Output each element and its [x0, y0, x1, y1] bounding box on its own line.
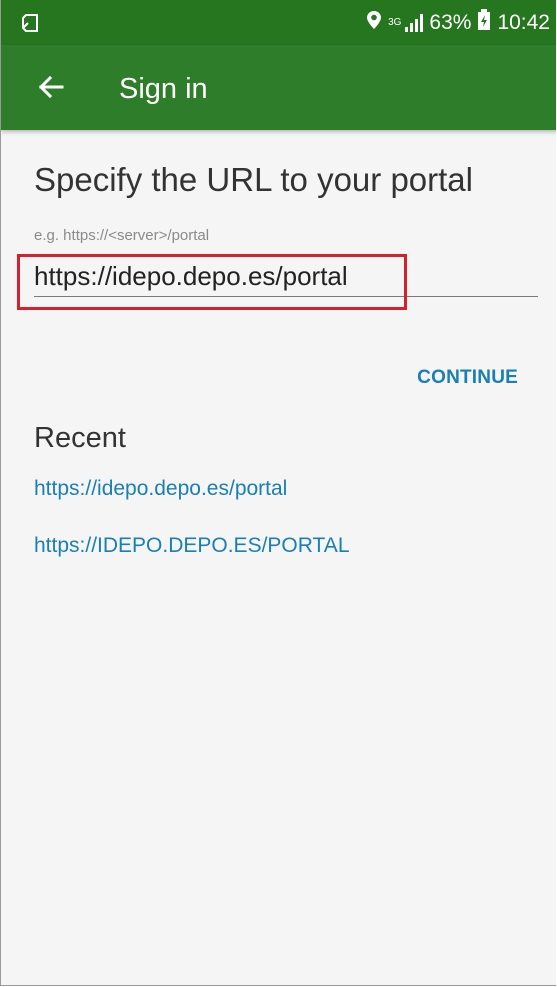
network-type-label: 3G	[388, 16, 402, 28]
continue-button[interactable]: CONTINUE	[417, 363, 518, 393]
url-hint: e.g. https://<server>/portal	[34, 227, 210, 244]
app-screen: 3G 63% 10:42 Sign in Specify the URL to …	[0, 0, 556, 986]
recent-heading: Recent	[34, 422, 126, 454]
app-bar: Sign in	[1, 45, 556, 130]
clock: 10:42	[497, 10, 550, 34]
battery-icon	[477, 8, 491, 37]
url-heading: Specify the URL to your portal	[34, 161, 473, 198]
portal-url-input[interactable]	[34, 256, 538, 297]
arrow-left-icon	[37, 73, 65, 106]
back-button[interactable]	[29, 67, 73, 111]
status-bar: 3G 63% 10:42	[1, 0, 556, 45]
page-title: Sign in	[119, 73, 208, 105]
location-icon	[366, 10, 382, 36]
screen-rotate-icon	[19, 12, 41, 34]
signal-icon	[405, 13, 424, 32]
recent-url-item[interactable]: https://IDEPO.DEPO.ES/PORTAL	[34, 531, 350, 561]
recent-url-item[interactable]: https://idepo.depo.es/portal	[34, 474, 287, 504]
battery-percent: 63%	[429, 10, 472, 34]
status-indicators: 3G 63% 10:42	[366, 0, 550, 45]
